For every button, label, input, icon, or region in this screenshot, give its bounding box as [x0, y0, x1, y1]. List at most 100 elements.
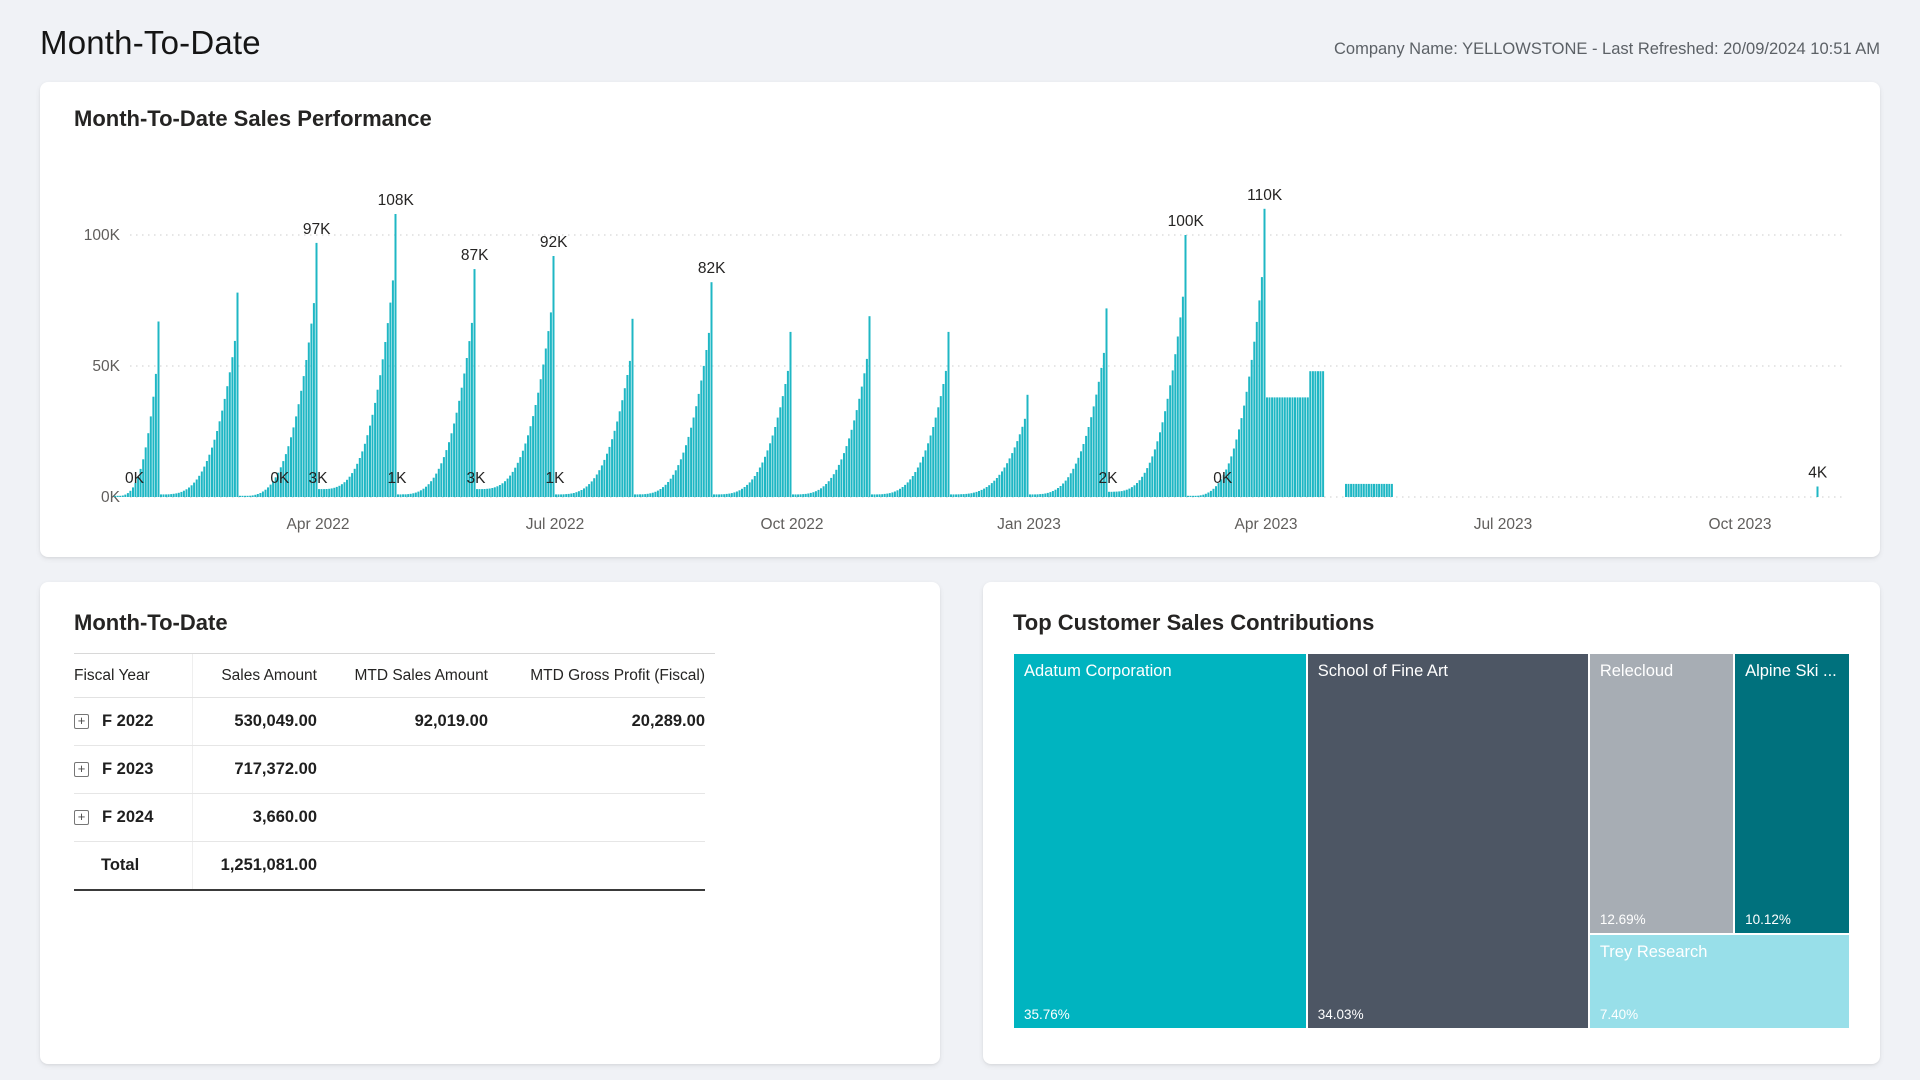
- daily-mtd-sales-bar[interactable]: [963, 494, 965, 497]
- daily-mtd-sales-bar[interactable]: [1253, 342, 1255, 497]
- daily-mtd-sales-bar[interactable]: [494, 487, 496, 497]
- daily-mtd-sales-bar[interactable]: [899, 489, 901, 497]
- daily-mtd-sales-bar[interactable]: [759, 468, 761, 498]
- daily-mtd-sales-bar[interactable]: [1386, 484, 1388, 497]
- daily-mtd-sales-bar[interactable]: [479, 489, 481, 497]
- daily-mtd-sales-bar[interactable]: [688, 437, 690, 497]
- daily-mtd-sales-bar[interactable]: [507, 479, 509, 497]
- daily-mtd-sales-bar[interactable]: [374, 403, 376, 497]
- daily-mtd-sales-bar[interactable]: [772, 436, 774, 498]
- daily-mtd-sales-bar[interactable]: [1276, 397, 1278, 497]
- daily-mtd-sales-bar[interactable]: [912, 476, 914, 497]
- daily-mtd-sales-bar[interactable]: [145, 447, 147, 497]
- daily-mtd-sales-bar[interactable]: [239, 496, 241, 497]
- daily-mtd-sales-bar[interactable]: [1009, 458, 1011, 497]
- daily-mtd-sales-bar[interactable]: [810, 493, 812, 497]
- daily-mtd-sales-bar[interactable]: [1136, 483, 1138, 497]
- daily-mtd-sales-bar[interactable]: [1391, 484, 1393, 497]
- daily-mtd-sales-bar[interactable]: [336, 487, 338, 497]
- daily-mtd-sales-bar[interactable]: [632, 319, 634, 497]
- daily-mtd-sales-bar[interactable]: [700, 381, 702, 498]
- daily-mtd-sales-bar[interactable]: [863, 373, 865, 497]
- daily-mtd-sales-bar[interactable]: [879, 494, 881, 497]
- daily-mtd-sales-bar[interactable]: [530, 426, 532, 497]
- daily-mtd-sales-bar[interactable]: [1088, 427, 1090, 497]
- daily-mtd-sales-bar[interactable]: [124, 495, 126, 497]
- daily-mtd-sales-bar[interactable]: [254, 495, 256, 497]
- daily-mtd-sales-bar[interactable]: [761, 463, 763, 498]
- daily-mtd-sales-bar[interactable]: [767, 450, 769, 497]
- daily-mtd-sales-bar[interactable]: [649, 493, 651, 497]
- daily-mtd-sales-bar[interactable]: [624, 388, 626, 497]
- daily-mtd-sales-bar[interactable]: [1085, 436, 1087, 497]
- daily-mtd-sales-bar[interactable]: [642, 494, 644, 497]
- daily-mtd-sales-bar[interactable]: [731, 493, 733, 497]
- daily-mtd-sales-bar[interactable]: [313, 303, 315, 497]
- daily-mtd-sales-bar[interactable]: [152, 397, 154, 497]
- daily-mtd-sales-bar[interactable]: [392, 280, 394, 497]
- daily-mtd-sales-bar[interactable]: [1169, 385, 1171, 497]
- daily-mtd-sales-bar[interactable]: [629, 361, 631, 497]
- daily-mtd-sales-bar[interactable]: [657, 491, 659, 497]
- daily-mtd-sales-bar[interactable]: [769, 443, 771, 497]
- daily-mtd-sales-bar[interactable]: [341, 484, 343, 497]
- daily-mtd-sales-bar[interactable]: [1141, 477, 1143, 497]
- daily-mtd-sales-bar[interactable]: [711, 282, 713, 497]
- daily-mtd-sales-bar[interactable]: [1241, 418, 1243, 497]
- daily-mtd-sales-bar[interactable]: [588, 484, 590, 497]
- daily-mtd-sales-bar[interactable]: [978, 491, 980, 497]
- daily-mtd-sales-bar[interactable]: [476, 489, 478, 497]
- column-header[interactable]: MTD Sales Amount: [317, 654, 488, 698]
- daily-mtd-sales-bar[interactable]: [682, 453, 684, 497]
- daily-mtd-sales-bar[interactable]: [114, 496, 116, 497]
- daily-mtd-sales-bar[interactable]: [667, 482, 669, 497]
- daily-mtd-sales-bar[interactable]: [117, 496, 119, 497]
- daily-mtd-sales-bar[interactable]: [1032, 494, 1034, 497]
- daily-mtd-sales-bar[interactable]: [1052, 491, 1054, 497]
- daily-mtd-sales-bar[interactable]: [654, 492, 656, 497]
- daily-mtd-sales-bar[interactable]: [198, 476, 200, 497]
- daily-mtd-sales-bar[interactable]: [721, 494, 723, 497]
- daily-mtd-sales-bar[interactable]: [866, 359, 868, 497]
- daily-mtd-sales-bar[interactable]: [1284, 397, 1286, 497]
- daily-mtd-sales-bar[interactable]: [188, 488, 190, 498]
- daily-mtd-sales-bar[interactable]: [519, 457, 521, 497]
- daily-mtd-sales-bar[interactable]: [703, 366, 705, 497]
- daily-mtd-sales-bar[interactable]: [1205, 494, 1207, 497]
- daily-mtd-sales-bar[interactable]: [193, 483, 195, 497]
- daily-mtd-sales-bar[interactable]: [326, 489, 328, 497]
- daily-mtd-sales-bar[interactable]: [698, 394, 700, 497]
- daily-mtd-sales-bar[interactable]: [1207, 493, 1209, 498]
- daily-mtd-sales-bar[interactable]: [1037, 494, 1039, 497]
- daily-mtd-sales-bar[interactable]: [1371, 484, 1373, 497]
- daily-mtd-sales-bar[interactable]: [425, 487, 427, 497]
- daily-mtd-sales-bar[interactable]: [647, 494, 649, 497]
- daily-mtd-sales-bar[interactable]: [815, 491, 817, 497]
- daily-mtd-sales-bar[interactable]: [998, 475, 1000, 497]
- daily-mtd-sales-bar[interactable]: [1113, 492, 1115, 497]
- daily-mtd-sales-bar[interactable]: [1093, 406, 1095, 497]
- table-row[interactable]: +F 2022530,049.0092,019.0020,289.00: [74, 698, 705, 746]
- daily-mtd-sales-bar[interactable]: [925, 450, 927, 497]
- daily-mtd-sales-bar[interactable]: [1388, 484, 1390, 497]
- expand-row-icon[interactable]: +: [74, 762, 89, 777]
- daily-mtd-sales-bar[interactable]: [1185, 235, 1187, 497]
- daily-mtd-sales-bar[interactable]: [792, 494, 794, 497]
- daily-mtd-sales-bar[interactable]: [1187, 496, 1189, 497]
- daily-mtd-sales-bar[interactable]: [825, 484, 827, 497]
- daily-mtd-sales-bar[interactable]: [787, 371, 789, 497]
- daily-mtd-sales-bar[interactable]: [430, 481, 432, 497]
- daily-mtd-sales-bar[interactable]: [784, 384, 786, 497]
- daily-mtd-sales-bar[interactable]: [820, 488, 822, 497]
- daily-mtd-sales-bar[interactable]: [1090, 417, 1092, 497]
- daily-mtd-sales-bar[interactable]: [708, 333, 710, 497]
- daily-mtd-sales-bar[interactable]: [1179, 317, 1181, 497]
- daily-mtd-sales-bar[interactable]: [746, 485, 748, 497]
- daily-mtd-sales-bar[interactable]: [1177, 337, 1179, 498]
- daily-mtd-sales-bar[interactable]: [481, 489, 483, 497]
- daily-mtd-sales-bar[interactable]: [558, 494, 560, 497]
- daily-mtd-sales-bar[interactable]: [932, 427, 934, 497]
- daily-mtd-sales-bar[interactable]: [973, 493, 975, 497]
- table-row[interactable]: +F 2023717,372.00: [74, 746, 705, 794]
- daily-mtd-sales-bar[interactable]: [229, 372, 231, 497]
